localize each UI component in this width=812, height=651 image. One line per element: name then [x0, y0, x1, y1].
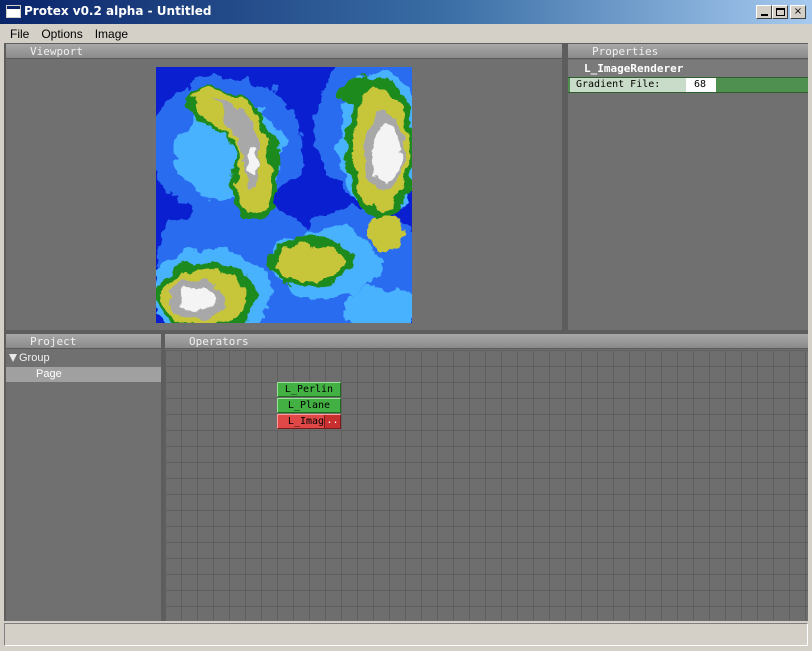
menu-bar: File Options Image: [0, 24, 812, 43]
properties-panel: Properties L_ImageRenderer Gradient File…: [568, 44, 808, 330]
close-button[interactable]: ×: [790, 5, 806, 19]
window-title-bar[interactable]: Protex v0.2 alpha - Untitled ×: [0, 0, 812, 24]
operator-more-button[interactable]: ..: [324, 415, 340, 428]
menu-image[interactable]: Image: [89, 27, 134, 41]
operators-panel: Operators L_Perlin L_Plane L_Image ..: [165, 334, 808, 621]
terrain-render: [156, 67, 412, 323]
viewport-render-image[interactable]: [156, 67, 412, 323]
operators-canvas[interactable]: L_Perlin L_Plane L_Image ..: [165, 350, 808, 621]
properties-header: Properties: [568, 44, 808, 59]
gradient-file-input[interactable]: 68: [686, 78, 716, 92]
tree-item-group[interactable]: Group: [6, 350, 161, 366]
project-header: Project: [6, 334, 161, 349]
operator-node-image[interactable]: L_Image ..: [277, 414, 341, 429]
maximize-icon: [775, 8, 785, 16]
viewport-panel: Viewport: [6, 44, 562, 330]
app-window-icon: [6, 5, 21, 18]
tree-item-label: Group: [19, 352, 50, 364]
tree-item-page[interactable]: Page: [6, 367, 161, 382]
minimize-button[interactable]: [756, 5, 772, 19]
property-label: Gradient File:: [570, 78, 686, 92]
viewport-header: Viewport: [6, 44, 562, 59]
operators-header: Operators: [165, 334, 808, 349]
status-bar: [4, 623, 808, 646]
expand-arrow-icon[interactable]: [9, 354, 17, 362]
operator-node-perlin[interactable]: L_Perlin: [277, 382, 341, 397]
window-title: Protex v0.2 alpha - Untitled: [24, 4, 212, 18]
operator-node-plane[interactable]: L_Plane: [277, 398, 341, 413]
project-panel: Project Group Page: [6, 334, 161, 621]
property-row-gradient-file: Gradient File: 68: [568, 77, 808, 93]
minimize-icon: [760, 14, 768, 16]
maximize-button[interactable]: [772, 5, 788, 19]
selected-object-name: L_ImageRenderer: [568, 60, 808, 77]
app-workspace: Viewport Properties L_ImageRenderer Grad…: [4, 43, 808, 621]
menu-options[interactable]: Options: [35, 27, 88, 41]
close-icon: ×: [793, 6, 803, 17]
menu-file[interactable]: File: [4, 27, 35, 41]
